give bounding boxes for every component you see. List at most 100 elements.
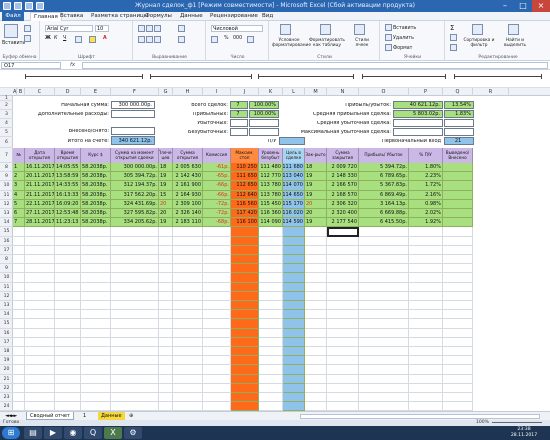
table-cell-lev[interactable]	[159, 273, 173, 283]
table-cell-target[interactable]	[283, 245, 305, 255]
table-cell-time[interactable]: 11:23:13	[55, 218, 81, 228]
column-header-i[interactable]: I	[203, 88, 231, 96]
table-cell-sum_open[interactable]	[111, 264, 159, 274]
table-cell-sum_open[interactable]	[111, 374, 159, 384]
table-cell-target[interactable]	[283, 347, 305, 357]
table-cell-pl[interactable]: 6 669.88р.	[359, 209, 409, 219]
column-header-d[interactable]: D	[55, 88, 81, 96]
total-trades-value[interactable]: 7	[230, 101, 248, 109]
sheet-grid[interactable]: Начальная сумма: 300 000.00р. Дополнител…	[13, 96, 550, 411]
table-cell-closed[interactable]: 20	[305, 209, 327, 219]
row-header[interactable]: 12	[0, 292, 13, 301]
table-cell-fee[interactable]	[203, 356, 231, 366]
table-cell-time[interactable]	[55, 310, 81, 320]
table-cell-sum_open[interactable]	[111, 291, 159, 301]
table-cell-pct[interactable]	[409, 273, 443, 283]
table-cell-pl[interactable]	[359, 310, 409, 320]
table-cell-sum_open[interactable]: 300 000.00р.	[111, 163, 159, 173]
table-cell-date[interactable]	[25, 347, 55, 357]
table-cell-pl[interactable]	[359, 264, 409, 274]
table-cell-sum_open[interactable]: 312 194.37р.	[111, 181, 159, 191]
table-cell-withdrawn[interactable]	[443, 365, 473, 375]
table-cell-withdrawn[interactable]	[443, 245, 473, 255]
table-cell-rate[interactable]	[81, 383, 111, 393]
table-cell-target[interactable]	[283, 255, 305, 265]
table-cell-pct[interactable]: 1.72%	[409, 181, 443, 191]
table-cell-fee[interactable]	[203, 374, 231, 384]
start-button-icon[interactable]: ⊞	[2, 427, 20, 439]
initial-sum-value[interactable]: 300 000.00р.	[111, 101, 155, 109]
table-cell-close_sum[interactable]	[327, 347, 359, 357]
table-cell-lev[interactable]	[159, 264, 173, 274]
table-cell-stop[interactable]	[231, 301, 259, 311]
table-cell-close_sum[interactable]	[327, 264, 359, 274]
table-cell-pl[interactable]	[359, 374, 409, 384]
table-cell-pl[interactable]	[359, 337, 409, 347]
max-loss-pct[interactable]	[444, 128, 474, 136]
table-cell-closed[interactable]: 20	[305, 199, 327, 209]
row-header[interactable]: 20	[0, 365, 13, 375]
row-header[interactable]: 9	[0, 172, 13, 182]
row-header[interactable]: 16	[0, 237, 13, 246]
table-cell-sum_open[interactable]	[111, 337, 159, 347]
table-cell-pl[interactable]: 6 789.65р.	[359, 172, 409, 182]
table-cell-stop[interactable]	[231, 402, 259, 411]
row-header[interactable]: 11	[0, 283, 13, 292]
table-cell-n[interactable]	[13, 310, 25, 320]
table-cell-time[interactable]	[55, 383, 81, 393]
table-cell-target[interactable]	[283, 393, 305, 403]
table-cell-fee[interactable]: -61р.	[203, 163, 231, 173]
table-cell-be[interactable]: 113 780	[259, 181, 283, 191]
column-header-e[interactable]: E	[81, 88, 111, 96]
table-cell-pl[interactable]	[359, 319, 409, 329]
table-cell-time[interactable]	[55, 402, 81, 411]
table-cell-target[interactable]	[283, 319, 305, 329]
tab-review[interactable]: Рецензирование	[210, 13, 258, 19]
table-cell-pct[interactable]: 2.23%	[409, 172, 443, 182]
table-cell-open_sum[interactable]	[173, 365, 203, 375]
table-cell-date[interactable]	[25, 264, 55, 274]
table-cell-target[interactable]	[283, 273, 305, 283]
table-cell-n[interactable]: 6	[13, 209, 25, 219]
table-cell-pct[interactable]	[409, 374, 443, 384]
table-cell-close_sum[interactable]	[327, 282, 359, 292]
table-cell-pct[interactable]	[409, 356, 443, 366]
table-cell-rate[interactable]: 58.2038р.	[81, 163, 111, 173]
row-header[interactable]: 14	[0, 218, 13, 228]
table-cell-lev[interactable]: 19	[159, 181, 173, 191]
table-cell-rate[interactable]: 58.2038р.	[81, 172, 111, 182]
table-cell-target[interactable]	[283, 374, 305, 384]
table-cell-fee[interactable]	[203, 282, 231, 292]
table-cell-rate[interactable]	[81, 319, 111, 329]
table-cell-open_sum[interactable]	[173, 374, 203, 384]
insert-button[interactable]: Вставить	[385, 24, 416, 31]
table-cell-close_sum[interactable]: 2 009 720	[327, 163, 359, 173]
table-cell-close_sum[interactable]	[327, 356, 359, 366]
name-box[interactable]: O17	[1, 62, 61, 69]
maximize-icon[interactable]: □	[514, 0, 532, 12]
table-cell-pl[interactable]	[359, 245, 409, 255]
tab-view[interactable]: Вид	[262, 13, 273, 19]
table-cell-be[interactable]: 114 090	[259, 218, 283, 228]
table-cell-withdrawn[interactable]	[443, 291, 473, 301]
table-cell-pct[interactable]	[409, 255, 443, 265]
table-cell-rate[interactable]	[81, 301, 111, 311]
table-cell-pl[interactable]: 5 367.83р.	[359, 181, 409, 191]
table-cell-closed[interactable]	[305, 337, 327, 347]
table-cell-target[interactable]: 116 020	[283, 209, 305, 219]
table-cell-lev[interactable]: 18	[159, 163, 173, 173]
table-cell-close_sum[interactable]	[327, 328, 359, 338]
table-cell-be[interactable]	[259, 227, 283, 237]
table-cell-withdrawn[interactable]	[443, 310, 473, 320]
table-cell-withdrawn[interactable]	[443, 199, 473, 209]
table-cell-be[interactable]: 113 780	[259, 190, 283, 200]
app-gear-icon[interactable]: ⚙	[124, 427, 142, 439]
table-cell-target[interactable]: 114 070	[283, 181, 305, 191]
table-cell-n[interactable]	[13, 236, 25, 246]
losing-pct[interactable]	[249, 119, 279, 127]
table-cell-pl[interactable]	[359, 402, 409, 411]
table-cell-target[interactable]	[283, 310, 305, 320]
table-cell-withdrawn[interactable]	[443, 181, 473, 191]
table-cell-fee[interactable]	[203, 245, 231, 255]
avg-loss-pct[interactable]	[444, 119, 474, 127]
